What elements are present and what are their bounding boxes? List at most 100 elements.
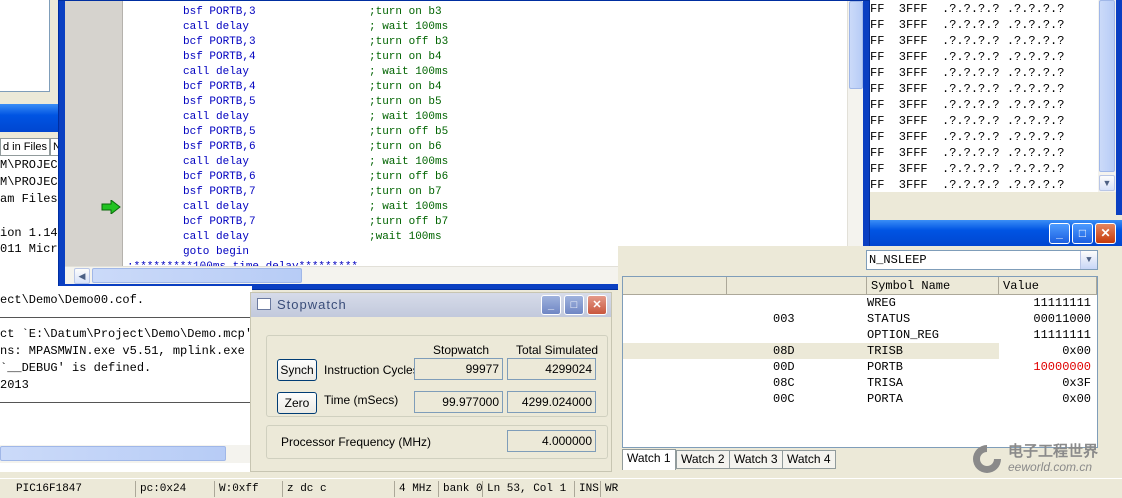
output-line: ns: MPASMWIN.exe v5.51, mplink.exe v: [0, 344, 260, 358]
time-stopwatch-value: 99.977000: [414, 391, 503, 413]
minimize-icon[interactable]: _: [1049, 223, 1070, 244]
memory-row: FF 3FFF .?.?.?.? .?.?.?.?: [870, 82, 1065, 96]
watermark-cn: 电子工程世界: [1008, 442, 1099, 460]
code-line: bcf PORTB,6 ;turn off b6: [125, 170, 845, 185]
code-instruction: bsf PORTB,3: [183, 6, 256, 18]
watch-row[interactable]: WREG 11111111: [623, 295, 1097, 311]
column-header-address[interactable]: [727, 277, 867, 295]
close-icon[interactable]: ✕: [587, 295, 607, 315]
watch-row[interactable]: 00C PORTA 0x00: [623, 391, 1097, 407]
minimize-icon[interactable]: _: [541, 295, 561, 315]
editor-vertical-scrollbar[interactable]: ▼: [847, 1, 864, 266]
watermark-logo: 电子工程世界 eeworld.com.cn: [968, 438, 1118, 484]
left-window-client: [0, 0, 50, 92]
watch-symbol-select-value: N_NSLEEP: [869, 253, 927, 267]
code-instruction: goto begin: [183, 246, 250, 258]
editor-gutter[interactable]: [65, 1, 123, 266]
code-instruction: call delay: [183, 21, 250, 33]
watch-symbol: TRISA: [867, 376, 904, 390]
code-line: bsf PORTB,7 ;turn on b7: [125, 185, 845, 200]
tab-find-in-files[interactable]: d in Files: [0, 138, 50, 156]
watch-row[interactable]: OPTION_REG 11111111: [623, 327, 1097, 343]
watch-row[interactable]: 08D TRISB 0x00: [623, 343, 1097, 359]
code-comment: ;turn on b6: [369, 141, 442, 153]
code-line: bsf PORTB,4 ;turn on b4: [125, 50, 845, 65]
watch-row[interactable]: 003 STATUS 00011000: [623, 311, 1097, 327]
left-line: am Files: [0, 192, 58, 206]
code-instruction: call delay: [183, 111, 250, 123]
memory-row: FF 3FFF .?.?.?.? .?.?.?.?: [870, 162, 1065, 176]
left-line: M\PROJECT: [0, 175, 65, 189]
memory-row: FF 3FFF .?.?.?.? .?.?.?.?: [870, 178, 1065, 192]
scroll-left-icon[interactable]: ◀: [74, 268, 90, 284]
tab-watch-1[interactable]: Watch 1: [622, 449, 676, 470]
watch-window-titlebar[interactable]: _ □ ✕: [870, 220, 1122, 246]
memory-row: FF 3FFF .?.?.?.? .?.?.?.?: [870, 66, 1065, 80]
zero-button[interactable]: Zero: [277, 392, 317, 414]
tab-watch-4[interactable]: Watch 4: [782, 450, 836, 469]
left-partial-output: M\PROJECT M\PROJECT am Files ion 1.14 01…: [0, 156, 65, 286]
tab-watch-3[interactable]: Watch 3: [729, 450, 783, 469]
column-header-symbol[interactable]: Symbol Name: [867, 277, 999, 295]
code-comment: ;turn on b7: [369, 186, 442, 198]
code-comment: ;wait 100ms: [369, 231, 442, 243]
processor-frequency-value: 4.000000: [507, 430, 596, 452]
maximize-icon[interactable]: □: [1072, 223, 1093, 244]
synch-button[interactable]: Synch: [277, 359, 317, 381]
watch-symbol-select[interactable]: N_NSLEEP ▼: [866, 250, 1098, 270]
close-icon[interactable]: ✕: [1095, 223, 1116, 244]
instr-total-value: 4299024: [507, 358, 596, 380]
program-memory-panel: FF 3FFF .?.?.?.? .?.?.?.? FF 3FFF .?.?.?.…: [870, 0, 1122, 192]
memory-vertical-scrollbar[interactable]: ▼: [1098, 0, 1116, 192]
code-line: call delay ;wait 100ms: [125, 230, 845, 245]
tab-watch-2[interactable]: Watch 2: [676, 450, 730, 469]
watch-symbol: STATUS: [867, 312, 911, 326]
code-editor[interactable]: bsf PORTB,3 ;turn on b3 call delay ; wait 1…: [125, 1, 847, 266]
watch-address: 08C: [773, 376, 795, 390]
code-comment: ; wait 100ms: [369, 111, 449, 123]
watch-tabs: Watch 1 Watch 2 Watch 3 Watch 4: [622, 449, 922, 470]
status-bank: bank 0: [438, 481, 483, 497]
status-w-register: W:0xff: [214, 481, 259, 497]
output-hscroll-thumb[interactable]: [0, 446, 226, 461]
column-header-value[interactable]: Value: [999, 277, 1097, 295]
time-total-value: 4299.024000: [507, 391, 596, 413]
watch-row[interactable]: 00D PORTB 10000000: [623, 359, 1097, 375]
code-instruction: bsf PORTB,6: [183, 141, 256, 153]
eeworld-logo-icon: [973, 445, 1001, 473]
watch-value: 00011000: [1033, 312, 1091, 326]
left-line: M\PROJECT: [0, 158, 65, 172]
editor-hscroll-thumb[interactable]: [92, 268, 302, 283]
left-window-titlebar[interactable]: [0, 104, 62, 132]
col-total-label: Total Simulated: [516, 343, 599, 357]
editor-vscroll-thumb[interactable]: [849, 1, 863, 89]
code-comment: ;turn on b4: [369, 51, 442, 63]
code-line: call delay ; wait 100ms: [125, 155, 845, 170]
code-line: bsf PORTB,3 ;turn on b3: [125, 5, 845, 20]
output-horizontal-scrollbar[interactable]: [0, 445, 252, 463]
output-line: ect\Demo\Demo00.cof.: [0, 293, 145, 307]
status-device: PIC16F1847: [16, 483, 83, 495]
left-line: ion 1.14: [0, 226, 58, 240]
code-comment: ;turn off b7: [369, 216, 449, 228]
maximize-icon[interactable]: □: [564, 295, 584, 315]
code-instruction: bsf PORTB,5: [183, 96, 256, 108]
watch-row[interactable]: 08C TRISA 0x3F: [623, 375, 1097, 391]
window-icon: [257, 298, 271, 310]
stopwatch-dialog: Stopwatch _ □ ✕ Stopwatch Total Simulate…: [250, 292, 612, 472]
watch-value: 11111111: [1033, 328, 1091, 342]
watch-symbol: TRISB: [867, 344, 904, 358]
scroll-down-icon[interactable]: ▼: [1099, 175, 1115, 191]
watch-value: 0x3F: [1062, 376, 1091, 390]
time-label: Time (mSecs): [324, 393, 399, 407]
status-flags: z dc c: [282, 481, 327, 497]
chevron-down-icon[interactable]: ▼: [1080, 251, 1097, 269]
watch-value: 11111111: [1033, 296, 1091, 310]
watermark-en: eeworld.com.cn: [1008, 460, 1093, 474]
output-line: `__DEBUG' is defined.: [0, 361, 152, 375]
code-comment: ;turn off b5: [369, 126, 449, 138]
watch-value: 0x00: [1062, 344, 1091, 358]
stopwatch-titlebar[interactable]: Stopwatch _ □ ✕: [251, 293, 611, 317]
memory-vscroll-thumb[interactable]: [1099, 0, 1115, 172]
column-header-blank[interactable]: [623, 277, 727, 295]
